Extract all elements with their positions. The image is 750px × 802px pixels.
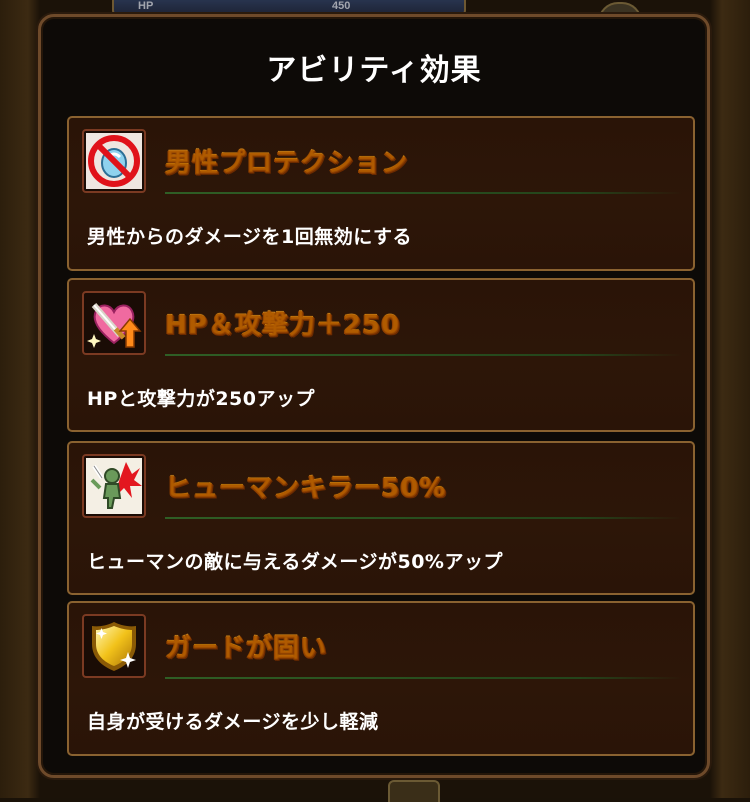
ability-name: 男性プロテクション xyxy=(165,142,408,179)
card-divider xyxy=(165,517,683,519)
ability-description: HPと攻撃力が250アップ xyxy=(87,388,315,410)
gold-shield-icon xyxy=(82,614,146,678)
background-hp-value: 450 xyxy=(332,0,351,12)
ability-description: 男性からのダメージを1回無効にする xyxy=(87,226,412,248)
ability-name: ガードが固い xyxy=(165,627,327,664)
card-divider xyxy=(165,192,683,194)
dialog-title: アビリティ効果 xyxy=(266,53,482,88)
ability-card-male-protection[interactable]: 男性プロテクション 男性からのダメージを1回無効にする xyxy=(67,116,695,271)
human-killer-icon xyxy=(82,454,146,518)
ability-name: ヒューマンキラー50% xyxy=(165,467,446,504)
card-divider xyxy=(165,354,683,356)
background-bottom-tab xyxy=(388,780,440,802)
ability-name: HP＆攻撃力＋250 xyxy=(165,304,400,341)
ability-card-hp-attack[interactable]: HP＆攻撃力＋250 HPと攻撃力が250アップ xyxy=(67,278,695,432)
ability-effect-dialog: アビリティ効果 男性プロテクション 男性からのダメージを1回無効にする HP＆攻… xyxy=(38,14,710,778)
ability-card-guard[interactable]: ガードが固い 自身が受けるダメージを少し軽減 xyxy=(67,601,695,756)
no-male-protection-icon xyxy=(82,129,146,193)
heart-sword-up-icon xyxy=(82,291,146,355)
ability-description: 自身が受けるダメージを少し軽減 xyxy=(87,711,379,733)
ability-description: ヒューマンの敵に与えるダメージが50%アップ xyxy=(87,551,503,573)
card-divider xyxy=(165,677,683,679)
background-hp-label: HP xyxy=(138,0,154,12)
ability-card-human-killer[interactable]: ヒューマンキラー50% ヒューマンの敵に与えるダメージが50%アップ xyxy=(67,441,695,595)
